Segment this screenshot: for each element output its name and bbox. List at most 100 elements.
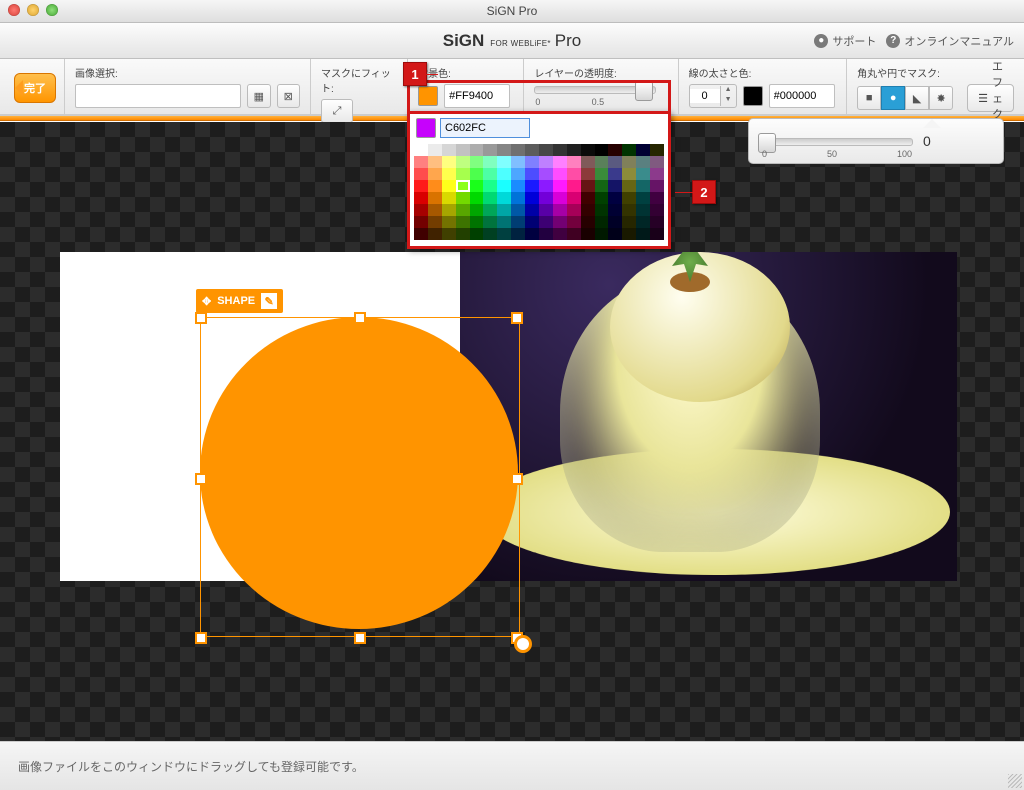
color-swatch[interactable] (497, 192, 511, 204)
zoom-icon[interactable] (46, 4, 58, 16)
color-swatch[interactable] (636, 228, 650, 240)
handle-sw[interactable] (195, 632, 207, 644)
color-swatch[interactable] (622, 180, 636, 192)
color-swatch[interactable] (428, 216, 442, 228)
color-swatch[interactable] (636, 180, 650, 192)
color-swatch[interactable] (470, 144, 484, 156)
handle-w[interactable] (195, 473, 207, 485)
color-swatch[interactable] (442, 168, 456, 180)
color-swatch[interactable] (636, 192, 650, 204)
color-swatch[interactable] (567, 180, 581, 192)
color-swatch[interactable] (483, 204, 497, 216)
color-swatch[interactable] (442, 156, 456, 168)
color-swatch[interactable] (608, 156, 622, 168)
color-swatch[interactable] (428, 192, 442, 204)
color-swatch[interactable] (414, 180, 428, 192)
effect-button[interactable]: ☰ エフェクト (967, 84, 1014, 112)
color-swatch[interactable] (456, 228, 470, 240)
bgcolor-swatch[interactable] (418, 86, 438, 106)
color-swatch[interactable] (497, 156, 511, 168)
color-swatch[interactable] (608, 228, 622, 240)
color-swatch[interactable] (483, 168, 497, 180)
color-swatch[interactable] (650, 228, 664, 240)
color-swatch[interactable] (608, 216, 622, 228)
color-swatch[interactable] (581, 144, 595, 156)
color-swatch[interactable] (483, 216, 497, 228)
color-swatch[interactable] (622, 156, 636, 168)
color-swatch[interactable] (525, 216, 539, 228)
color-swatch[interactable] (581, 180, 595, 192)
color-swatch[interactable] (553, 144, 567, 156)
handle-ne[interactable] (511, 312, 523, 324)
handle-n[interactable] (354, 312, 366, 324)
color-swatch[interactable] (483, 156, 497, 168)
color-swatch[interactable] (608, 204, 622, 216)
mask-square-icon[interactable]: ■ (857, 86, 881, 110)
color-swatch[interactable] (539, 228, 553, 240)
color-swatch[interactable] (428, 144, 442, 156)
color-swatch[interactable] (511, 216, 525, 228)
color-swatch[interactable] (456, 192, 470, 204)
color-swatch[interactable] (483, 228, 497, 240)
color-swatch[interactable] (622, 144, 636, 156)
color-swatch[interactable] (608, 180, 622, 192)
color-swatch[interactable] (650, 204, 664, 216)
color-swatch[interactable] (511, 228, 525, 240)
color-swatch[interactable] (581, 216, 595, 228)
color-swatch[interactable] (595, 204, 609, 216)
color-swatch[interactable] (470, 216, 484, 228)
color-swatch[interactable] (581, 204, 595, 216)
color-swatch[interactable] (622, 168, 636, 180)
mask-triangle-icon[interactable]: ◣ (905, 86, 929, 110)
color-swatch[interactable] (581, 168, 595, 180)
color-swatch[interactable] (553, 192, 567, 204)
shape-tag[interactable]: ✥ SHAPE ✎ (196, 289, 283, 313)
color-swatch[interactable] (622, 204, 636, 216)
color-swatch[interactable] (511, 192, 525, 204)
color-swatch[interactable] (470, 228, 484, 240)
color-swatch[interactable] (511, 168, 525, 180)
color-swatch[interactable] (428, 204, 442, 216)
color-swatch[interactable] (567, 216, 581, 228)
color-swatch[interactable] (483, 144, 497, 156)
selected-shape[interactable]: ✥ SHAPE ✎ (200, 317, 518, 639)
color-swatch[interactable] (595, 192, 609, 204)
color-swatch[interactable] (483, 192, 497, 204)
color-swatch[interactable] (539, 204, 553, 216)
color-swatch[interactable] (456, 156, 470, 168)
color-swatch[interactable] (456, 204, 470, 216)
color-swatch[interactable] (650, 192, 664, 204)
color-swatch[interactable] (470, 156, 484, 168)
color-swatch[interactable] (581, 192, 595, 204)
color-swatch[interactable] (622, 216, 636, 228)
stroke-color-swatch[interactable] (743, 86, 763, 106)
support-link[interactable]: ● サポート (814, 33, 876, 49)
image-select-input[interactable] (75, 84, 241, 108)
color-swatch[interactable] (608, 168, 622, 180)
color-swatch[interactable] (650, 216, 664, 228)
stepper-arrows-icon[interactable]: ▲▼ (720, 86, 736, 106)
color-swatch[interactable] (636, 156, 650, 168)
color-swatch[interactable] (595, 216, 609, 228)
color-swatch[interactable] (650, 144, 664, 156)
color-swatch[interactable] (456, 168, 470, 180)
color-swatch[interactable] (497, 204, 511, 216)
color-swatch[interactable] (636, 144, 650, 156)
color-swatch[interactable] (414, 192, 428, 204)
color-swatch[interactable] (470, 204, 484, 216)
color-swatch[interactable] (595, 156, 609, 168)
color-swatch[interactable] (428, 168, 442, 180)
color-swatch[interactable] (553, 156, 567, 168)
color-swatch[interactable] (581, 156, 595, 168)
handle-nw[interactable] (195, 312, 207, 324)
color-swatch[interactable] (595, 144, 609, 156)
color-swatch[interactable] (442, 228, 456, 240)
color-swatch[interactable] (539, 168, 553, 180)
color-swatch[interactable] (553, 168, 567, 180)
color-swatch[interactable] (497, 216, 511, 228)
color-swatch[interactable] (470, 168, 484, 180)
color-swatch[interactable] (525, 192, 539, 204)
color-swatch[interactable] (442, 180, 456, 192)
color-swatch[interactable] (525, 180, 539, 192)
color-swatch[interactable] (525, 228, 539, 240)
